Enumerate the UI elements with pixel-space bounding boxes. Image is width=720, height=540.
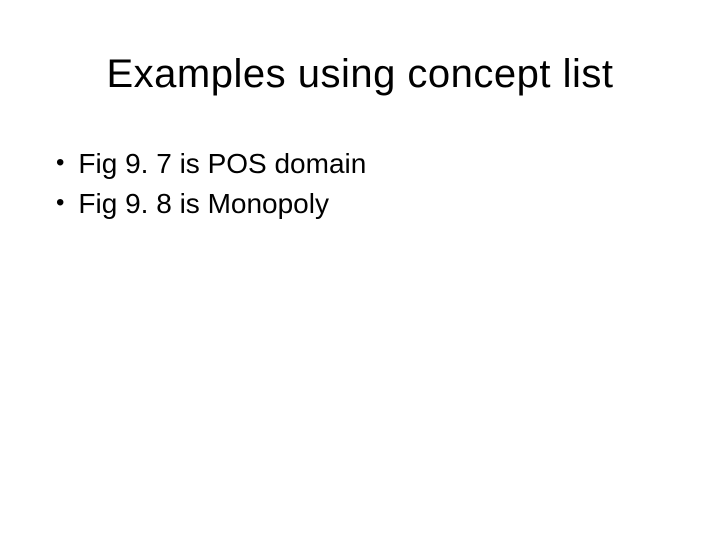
list-item: • Fig 9. 7 is POS domain: [56, 145, 672, 183]
list-item: • Fig 9. 8 is Monopoly: [56, 185, 672, 223]
slide-container: Examples using concept list • Fig 9. 7 i…: [0, 0, 720, 540]
bullet-icon: •: [56, 145, 64, 181]
bullet-text: Fig 9. 8 is Monopoly: [78, 185, 672, 223]
bullet-icon: •: [56, 185, 64, 221]
bullet-text: Fig 9. 7 is POS domain: [78, 145, 672, 183]
slide-title: Examples using concept list: [48, 52, 672, 97]
slide-content: • Fig 9. 7 is POS domain • Fig 9. 8 is M…: [48, 145, 672, 223]
